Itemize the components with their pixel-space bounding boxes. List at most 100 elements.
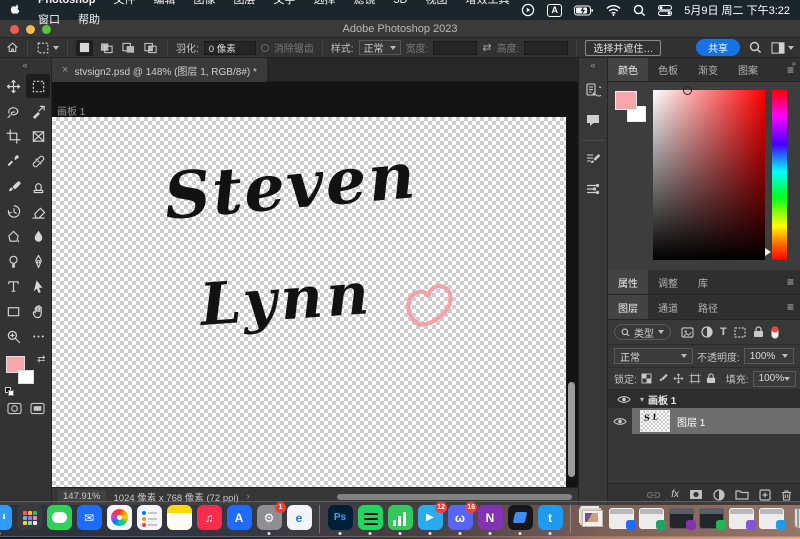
search-icon[interactable] [633, 4, 646, 17]
menu-item[interactable]: 3D [384, 0, 416, 6]
menu-item[interactable]: 编辑 [144, 0, 184, 6]
current-tool-icon[interactable] [36, 41, 59, 55]
properties-tab[interactable]: 属性 [608, 270, 648, 294]
menu-item[interactable]: 文件 [104, 0, 144, 6]
layer-row[interactable]: S L 图层 1 [608, 408, 800, 434]
properties-tab[interactable]: 调整 [648, 270, 688, 294]
healing-brush-tool[interactable] [26, 149, 50, 173]
menu-item[interactable]: 图像 [184, 0, 224, 6]
notes-dock-icon[interactable] [166, 504, 192, 534]
select-and-mask-button[interactable]: 选择并遮住… [585, 40, 661, 56]
new-selection-mode-button[interactable] [76, 40, 93, 56]
feather-input[interactable]: 0 像素 [204, 41, 256, 55]
visibility-eye-icon[interactable] [608, 417, 632, 426]
pen-tool[interactable] [26, 249, 50, 273]
artboard-label[interactable]: 画板 1 [57, 103, 85, 118]
menu-bar-clock[interactable]: 5月9日 周二 下午3:22 [684, 2, 790, 18]
layer-thumbnail[interactable]: S L [640, 410, 670, 432]
history-brush-tool[interactable] [1, 199, 25, 223]
comments-panel-icon[interactable] [581, 108, 605, 132]
menu-item[interactable]: 窗口 [29, 14, 69, 26]
new-group-icon[interactable] [735, 489, 749, 500]
move-tool[interactable] [1, 74, 25, 98]
minimized-window-5-dock-icon[interactable] [728, 504, 754, 534]
menu-item[interactable]: 视图 [417, 0, 457, 6]
brushes-panel-icon[interactable] [581, 177, 605, 201]
panel-menu-icon[interactable]: ≡ [787, 63, 794, 77]
adjustment-layer-icon[interactable] [713, 489, 725, 501]
minimized-window-4-dock-icon[interactable] [698, 504, 724, 534]
messages-dock-icon[interactable] [46, 504, 72, 534]
expand-panels-icon[interactable]: « [590, 60, 595, 72]
object-selection-tool[interactable] [26, 99, 50, 123]
panel-foreground-swatch[interactable] [615, 91, 637, 110]
share-button[interactable]: 共享 [696, 39, 740, 56]
panel-menu-icon[interactable]: ≡ [787, 275, 794, 289]
quick-mask-button[interactable] [7, 402, 22, 415]
marquee-tool[interactable] [26, 74, 50, 98]
minimized-window-1-dock-icon[interactable] [608, 504, 634, 534]
settings-dock-icon[interactable]: ⚙1 [256, 504, 282, 534]
swap-colors-icon[interactable]: ⇄ [37, 354, 45, 365]
horizontal-scrollbar[interactable] [337, 494, 572, 500]
search-icon[interactable] [749, 41, 762, 54]
music-dock-icon[interactable]: ♫ [196, 504, 222, 534]
screen-record-icon[interactable] [521, 3, 535, 17]
filter-pixel-layers-icon[interactable] [681, 327, 694, 338]
input-method-indicator[interactable]: A [547, 4, 562, 17]
intersect-selection-mode-button[interactable] [142, 40, 159, 56]
color-tab[interactable]: 图案 [728, 58, 768, 81]
launchpad-dock-icon[interactable] [16, 504, 42, 534]
hue-slider-pointer[interactable] [765, 248, 771, 256]
blend-mode-dropdown[interactable]: 正常 [614, 348, 693, 364]
stocks-app-dock-icon[interactable] [387, 504, 413, 534]
control-center-icon[interactable] [658, 5, 672, 16]
twitter-dock-icon[interactable]: t [537, 504, 563, 534]
default-colors-icon[interactable] [5, 387, 14, 396]
lock-transparent-pixels-icon[interactable] [641, 373, 652, 384]
visibility-eye-icon[interactable] [612, 395, 636, 404]
add-to-selection-mode-button[interactable] [98, 40, 115, 56]
link-layers-icon[interactable] [646, 491, 661, 499]
color-tab[interactable]: 色板 [648, 58, 688, 81]
spotify-dock-icon[interactable] [357, 504, 383, 534]
collapse-tools-icon[interactable]: « [0, 60, 51, 72]
photos-stack-dock-icon[interactable] [578, 504, 604, 534]
gradient-tool[interactable] [1, 224, 25, 248]
history-panel-icon[interactable] [581, 78, 605, 102]
dark-app-dock-icon[interactable] [507, 504, 533, 534]
clone-stamp-tool[interactable] [26, 174, 50, 198]
color-tab[interactable]: 颜色 [608, 58, 648, 81]
subtract-from-selection-mode-button[interactable] [120, 40, 137, 56]
brush-tool[interactable] [1, 174, 25, 198]
minimized-window-3-dock-icon[interactable] [668, 504, 694, 534]
minimized-window-2-dock-icon[interactable] [638, 504, 664, 534]
zoom-tool[interactable] [1, 324, 25, 348]
layer-mask-icon[interactable] [689, 489, 703, 500]
lock-position-icon[interactable] [673, 373, 684, 384]
background-color-swatch[interactable] [18, 370, 34, 384]
saturation-brightness-field[interactable] [653, 90, 765, 260]
filter-smart-objects-icon[interactable] [753, 326, 764, 338]
delete-layer-icon[interactable] [781, 489, 792, 501]
hue-slider[interactable] [772, 90, 787, 260]
lasso-tool[interactable] [1, 99, 25, 123]
menu-item[interactable]: Photoshop [29, 0, 104, 6]
layers-tab[interactable]: 通道 [648, 295, 688, 319]
layer-effects-icon[interactable]: fx [671, 489, 679, 500]
layer-filter-toggle[interactable] [771, 326, 779, 339]
menu-item[interactable]: 滤镜 [344, 0, 384, 6]
style-dropdown[interactable]: 正常 [359, 40, 401, 55]
layers-tab[interactable]: 图层 [608, 295, 648, 319]
screen-mode-button[interactable] [30, 402, 45, 415]
minimized-window-6-dock-icon[interactable] [758, 504, 784, 534]
crop-tool[interactable] [1, 124, 25, 148]
app-store-dock-icon[interactable]: A [226, 504, 252, 534]
frame-tool[interactable] [26, 124, 50, 148]
filter-type-dropdown[interactable]: 类型 [614, 324, 671, 340]
filter-type-layers-icon[interactable]: T [720, 326, 727, 338]
wifi-icon[interactable] [606, 5, 621, 16]
rectangle-tool[interactable] [1, 299, 25, 323]
eyedropper-tool[interactable] [1, 149, 25, 173]
trash-dock-icon[interactable] [788, 504, 800, 534]
